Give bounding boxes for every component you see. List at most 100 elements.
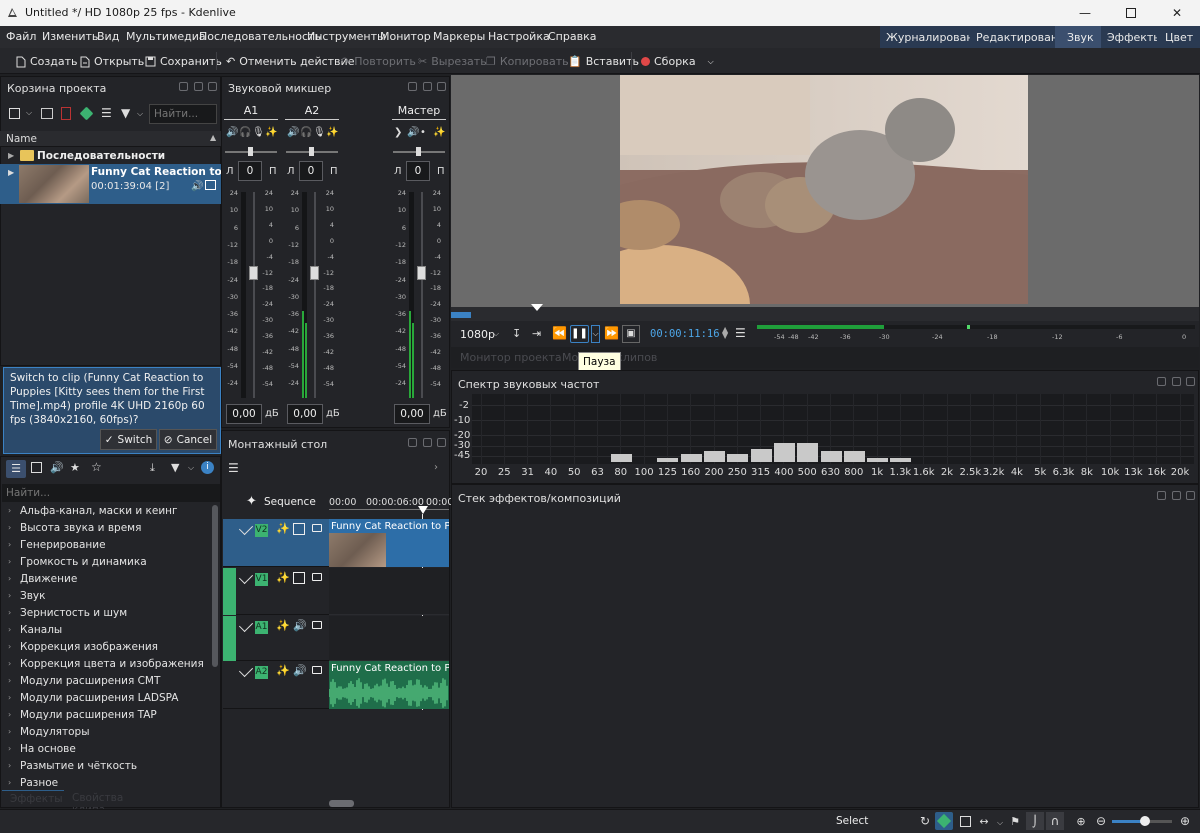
- mute-icon[interactable]: 🔊: [226, 127, 238, 138]
- record-icon[interactable]: 🎙: [313, 127, 326, 138]
- chevron-right-icon[interactable]: ›: [8, 574, 11, 583]
- audio-icon[interactable]: 🔊: [293, 619, 307, 632]
- chevron-right-icon[interactable]: ▶: [8, 151, 14, 160]
- zoom-out-icon[interactable]: ⊖: [1092, 812, 1110, 830]
- panel-close-icon[interactable]: [1186, 377, 1195, 386]
- menu-file[interactable]: Файл: [6, 30, 36, 43]
- panel-float-icon[interactable]: [179, 82, 188, 91]
- effect-category-item[interactable]: › Движение: [0, 571, 210, 588]
- gain-value[interactable]: 0,00: [287, 404, 323, 424]
- menu-media[interactable]: Мультимедиа: [126, 30, 206, 43]
- filter-icon[interactable]: ▼: [171, 461, 179, 474]
- menu-settings[interactable]: Настройка: [488, 30, 550, 43]
- panel-close-icon[interactable]: [437, 438, 446, 447]
- panel-dock-icon[interactable]: [194, 82, 203, 91]
- chevron-right-icon[interactable]: ›: [8, 608, 11, 617]
- panel-float-icon[interactable]: [1157, 491, 1166, 500]
- effect-category-item[interactable]: › Альфа-канал, маски и кеинг: [0, 503, 210, 520]
- download-icon[interactable]: ⤓: [150, 461, 155, 475]
- pan-value[interactable]: 0: [299, 161, 323, 181]
- track-lane[interactable]: [329, 568, 449, 615]
- film-icon[interactable]: [293, 572, 305, 584]
- chevron-right-icon[interactable]: ›: [8, 761, 11, 770]
- chevron-right-icon[interactable]: ›: [8, 676, 11, 685]
- video-effects-icon[interactable]: [31, 462, 42, 473]
- audio-icon[interactable]: 🔊: [293, 664, 307, 677]
- list-view-icon[interactable]: ☰: [6, 460, 26, 478]
- seek-handle[interactable]: [531, 304, 543, 311]
- menu-markers[interactable]: Маркеры: [433, 30, 485, 43]
- chevron-right-icon[interactable]: ›: [8, 523, 11, 532]
- film-icon[interactable]: [956, 812, 974, 830]
- effect-category-item[interactable]: › Звук: [0, 588, 210, 605]
- effect-icon[interactable]: ✨: [276, 522, 290, 535]
- effect-category-item[interactable]: › Модули расширения CMT: [0, 673, 210, 690]
- mode-audio[interactable]: Звук: [1055, 26, 1101, 48]
- effect-category-item[interactable]: › Коррекция цвета и изображения: [0, 656, 210, 673]
- menu-monitor[interactable]: Монитор: [380, 30, 431, 43]
- chevron-down-icon[interactable]: ⌵: [591, 325, 600, 343]
- pan-slider-handle[interactable]: [309, 147, 314, 156]
- lock-icon[interactable]: [312, 524, 322, 532]
- volume-fader-track[interactable]: [253, 192, 255, 398]
- volume-fader-track[interactable]: [314, 192, 316, 398]
- effect-category-item[interactable]: › Генерирование: [0, 537, 210, 554]
- chevron-right-icon[interactable]: ▶: [8, 168, 14, 177]
- menu-sequence[interactable]: Последовательность: [199, 30, 321, 43]
- cancel-button[interactable]: ⊘ Cancel: [159, 429, 217, 450]
- set-zone-in-icon[interactable]: ↧: [512, 327, 521, 340]
- lock-icon[interactable]: [312, 573, 322, 581]
- effect-icon[interactable]: ✨: [326, 127, 338, 138]
- timecode-spin-icon[interactable]: ▲ ▼: [722, 326, 728, 340]
- split-icon[interactable]: ⌡: [1026, 812, 1044, 830]
- chevron-right-icon[interactable]: ›: [8, 591, 11, 600]
- mode-effects[interactable]: Эффекты: [1101, 26, 1162, 48]
- chevron-right-icon[interactable]: ›: [8, 710, 11, 719]
- save-button[interactable]: Сохранить: [145, 55, 222, 68]
- effects-search-input[interactable]: [2, 484, 220, 502]
- chevron-down-icon[interactable]: ⌵: [137, 109, 143, 119]
- monitor-menu-icon[interactable]: ☰: [735, 326, 746, 340]
- timeline-menu-icon[interactable]: ☰: [228, 461, 239, 475]
- chevron-right-icon[interactable]: ›: [8, 778, 11, 787]
- filter-icon[interactable]: ▼: [121, 106, 130, 120]
- render-button[interactable]: Сборка ⌵: [641, 55, 714, 68]
- playhead-handle[interactable]: [418, 506, 428, 514]
- mode-color[interactable]: Цвет: [1157, 26, 1200, 48]
- magic-wand-icon[interactable]: ✦: [246, 494, 257, 509]
- volume-fader-track[interactable]: [421, 192, 423, 398]
- track-name[interactable]: V1: [255, 573, 268, 586]
- chevron-right-icon[interactable]: ›: [8, 540, 11, 549]
- switch-button[interactable]: ✓ Switch: [100, 429, 157, 450]
- effect-category-item[interactable]: › На основе: [0, 741, 210, 758]
- paste-button[interactable]: 📋 Вставить: [568, 55, 639, 68]
- monitor-icon[interactable]: ❯: [394, 127, 402, 138]
- effect-category-item[interactable]: › Зернистость и шум: [0, 605, 210, 622]
- delete-icon[interactable]: [61, 107, 71, 120]
- pause-button[interactable]: ❚❚: [570, 325, 589, 343]
- effect-category-item[interactable]: › Коррекция изображения: [0, 639, 210, 656]
- chevron-right-icon[interactable]: ›: [8, 693, 11, 702]
- effect-icon[interactable]: ✨: [276, 664, 290, 677]
- chevron-right-icon[interactable]: ›: [8, 727, 11, 736]
- fast-forward-icon[interactable]: ⏩: [604, 326, 619, 340]
- minimize-button[interactable]: —: [1062, 0, 1108, 26]
- panel-float-icon[interactable]: [408, 438, 417, 447]
- film-icon[interactable]: [293, 523, 305, 535]
- panel-dock-icon[interactable]: [423, 438, 432, 447]
- tag-icon[interactable]: [935, 812, 953, 830]
- panel-dock-icon[interactable]: [1172, 491, 1181, 500]
- effect-icon[interactable]: ✨: [265, 127, 277, 138]
- mute-icon[interactable]: 🔊: [287, 127, 299, 138]
- cut-button[interactable]: ✂ Вырезать: [418, 55, 487, 68]
- bin-search-input[interactable]: [149, 104, 217, 124]
- effects-scrollbar[interactable]: [212, 505, 218, 667]
- custom-effects-icon[interactable]: ★: [70, 461, 80, 474]
- timeline-scrollbar[interactable]: [329, 800, 354, 807]
- add-folder-icon[interactable]: [41, 108, 53, 119]
- chevron-down-icon[interactable]: ⌵: [26, 108, 32, 118]
- open-button[interactable]: Открыть: [80, 55, 144, 68]
- panel-float-icon[interactable]: [408, 82, 417, 91]
- name-column-header[interactable]: Name: [6, 133, 37, 145]
- track-lane[interactable]: [329, 616, 449, 661]
